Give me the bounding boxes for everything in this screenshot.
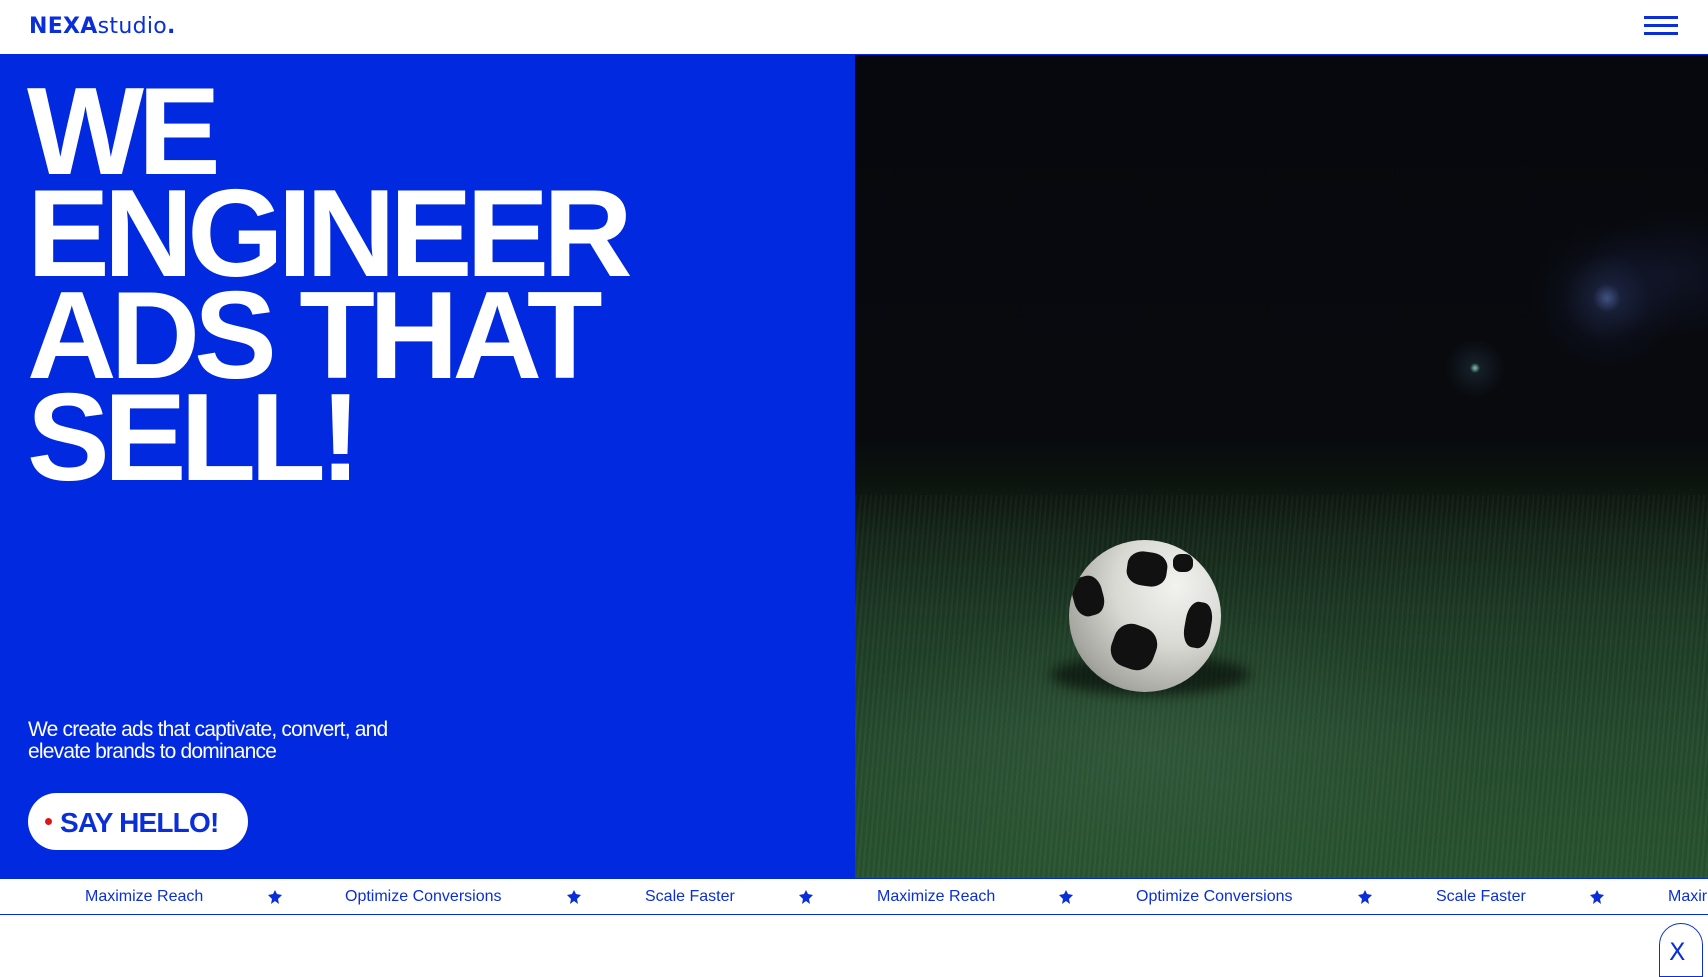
hamburger-menu-icon[interactable] [1644,15,1678,37]
ticker-item: Scale Faster [645,888,735,905]
star-icon [799,890,813,904]
star-icon [1059,890,1073,904]
ticker-item: Maximize Reach [85,888,204,905]
star-icon [1590,890,1604,904]
say-hello-button[interactable]: SAY HELLO! [28,793,248,850]
ball-patch [1181,600,1215,650]
star-icon [268,890,282,904]
ball-patch [1173,554,1193,572]
red-dot-icon [45,818,52,825]
star-icon [567,890,581,904]
ball-patch [1105,618,1163,676]
marquee-ticker: Maximize Reach Optimize Conversions Scal… [0,878,1708,915]
logo-dot: . [167,14,176,39]
ball-patch [1124,549,1170,589]
ball-patch [1069,572,1108,620]
hero-headline: WE ENGINEER ADS THAT SELL! [27,70,827,500]
hero-panel: WE ENGINEER ADS THAT SELL! We create ads… [0,55,855,878]
say-hello-label: SAY HELLO! [60,807,219,838]
hero-subtext: We create ads that captivate, convert, a… [28,719,448,763]
soccer-ball-icon [1069,540,1221,692]
subtext-line: elevate brands to dominance [28,740,277,763]
menu-bar [1644,16,1678,19]
turf-field [855,495,1708,878]
menu-bar [1644,24,1678,27]
ticker-item: Scale Faster [1436,888,1526,905]
subtext-line: We create ads that captivate, convert, a… [28,718,388,741]
ticker-item: Optimize Conversions [345,888,502,905]
ticker-item: Maximize Reach [877,888,996,905]
soccer-ball-on-turf-image [855,55,1708,878]
ticker-item: Maxir [1668,888,1708,905]
logo[interactable]: NEXAstudio. [29,14,176,39]
x-logo-icon: X [1669,938,1686,966]
menu-bar [1644,32,1678,35]
page-bottom [0,915,1708,964]
site-header: NEXAstudio. [0,0,1708,55]
ticker-item: Optimize Conversions [1136,888,1293,905]
star-icon [1358,890,1372,904]
logo-bold: NEXA [29,14,98,39]
logo-light: studio [97,14,168,39]
x-social-button[interactable]: X [1659,923,1703,977]
